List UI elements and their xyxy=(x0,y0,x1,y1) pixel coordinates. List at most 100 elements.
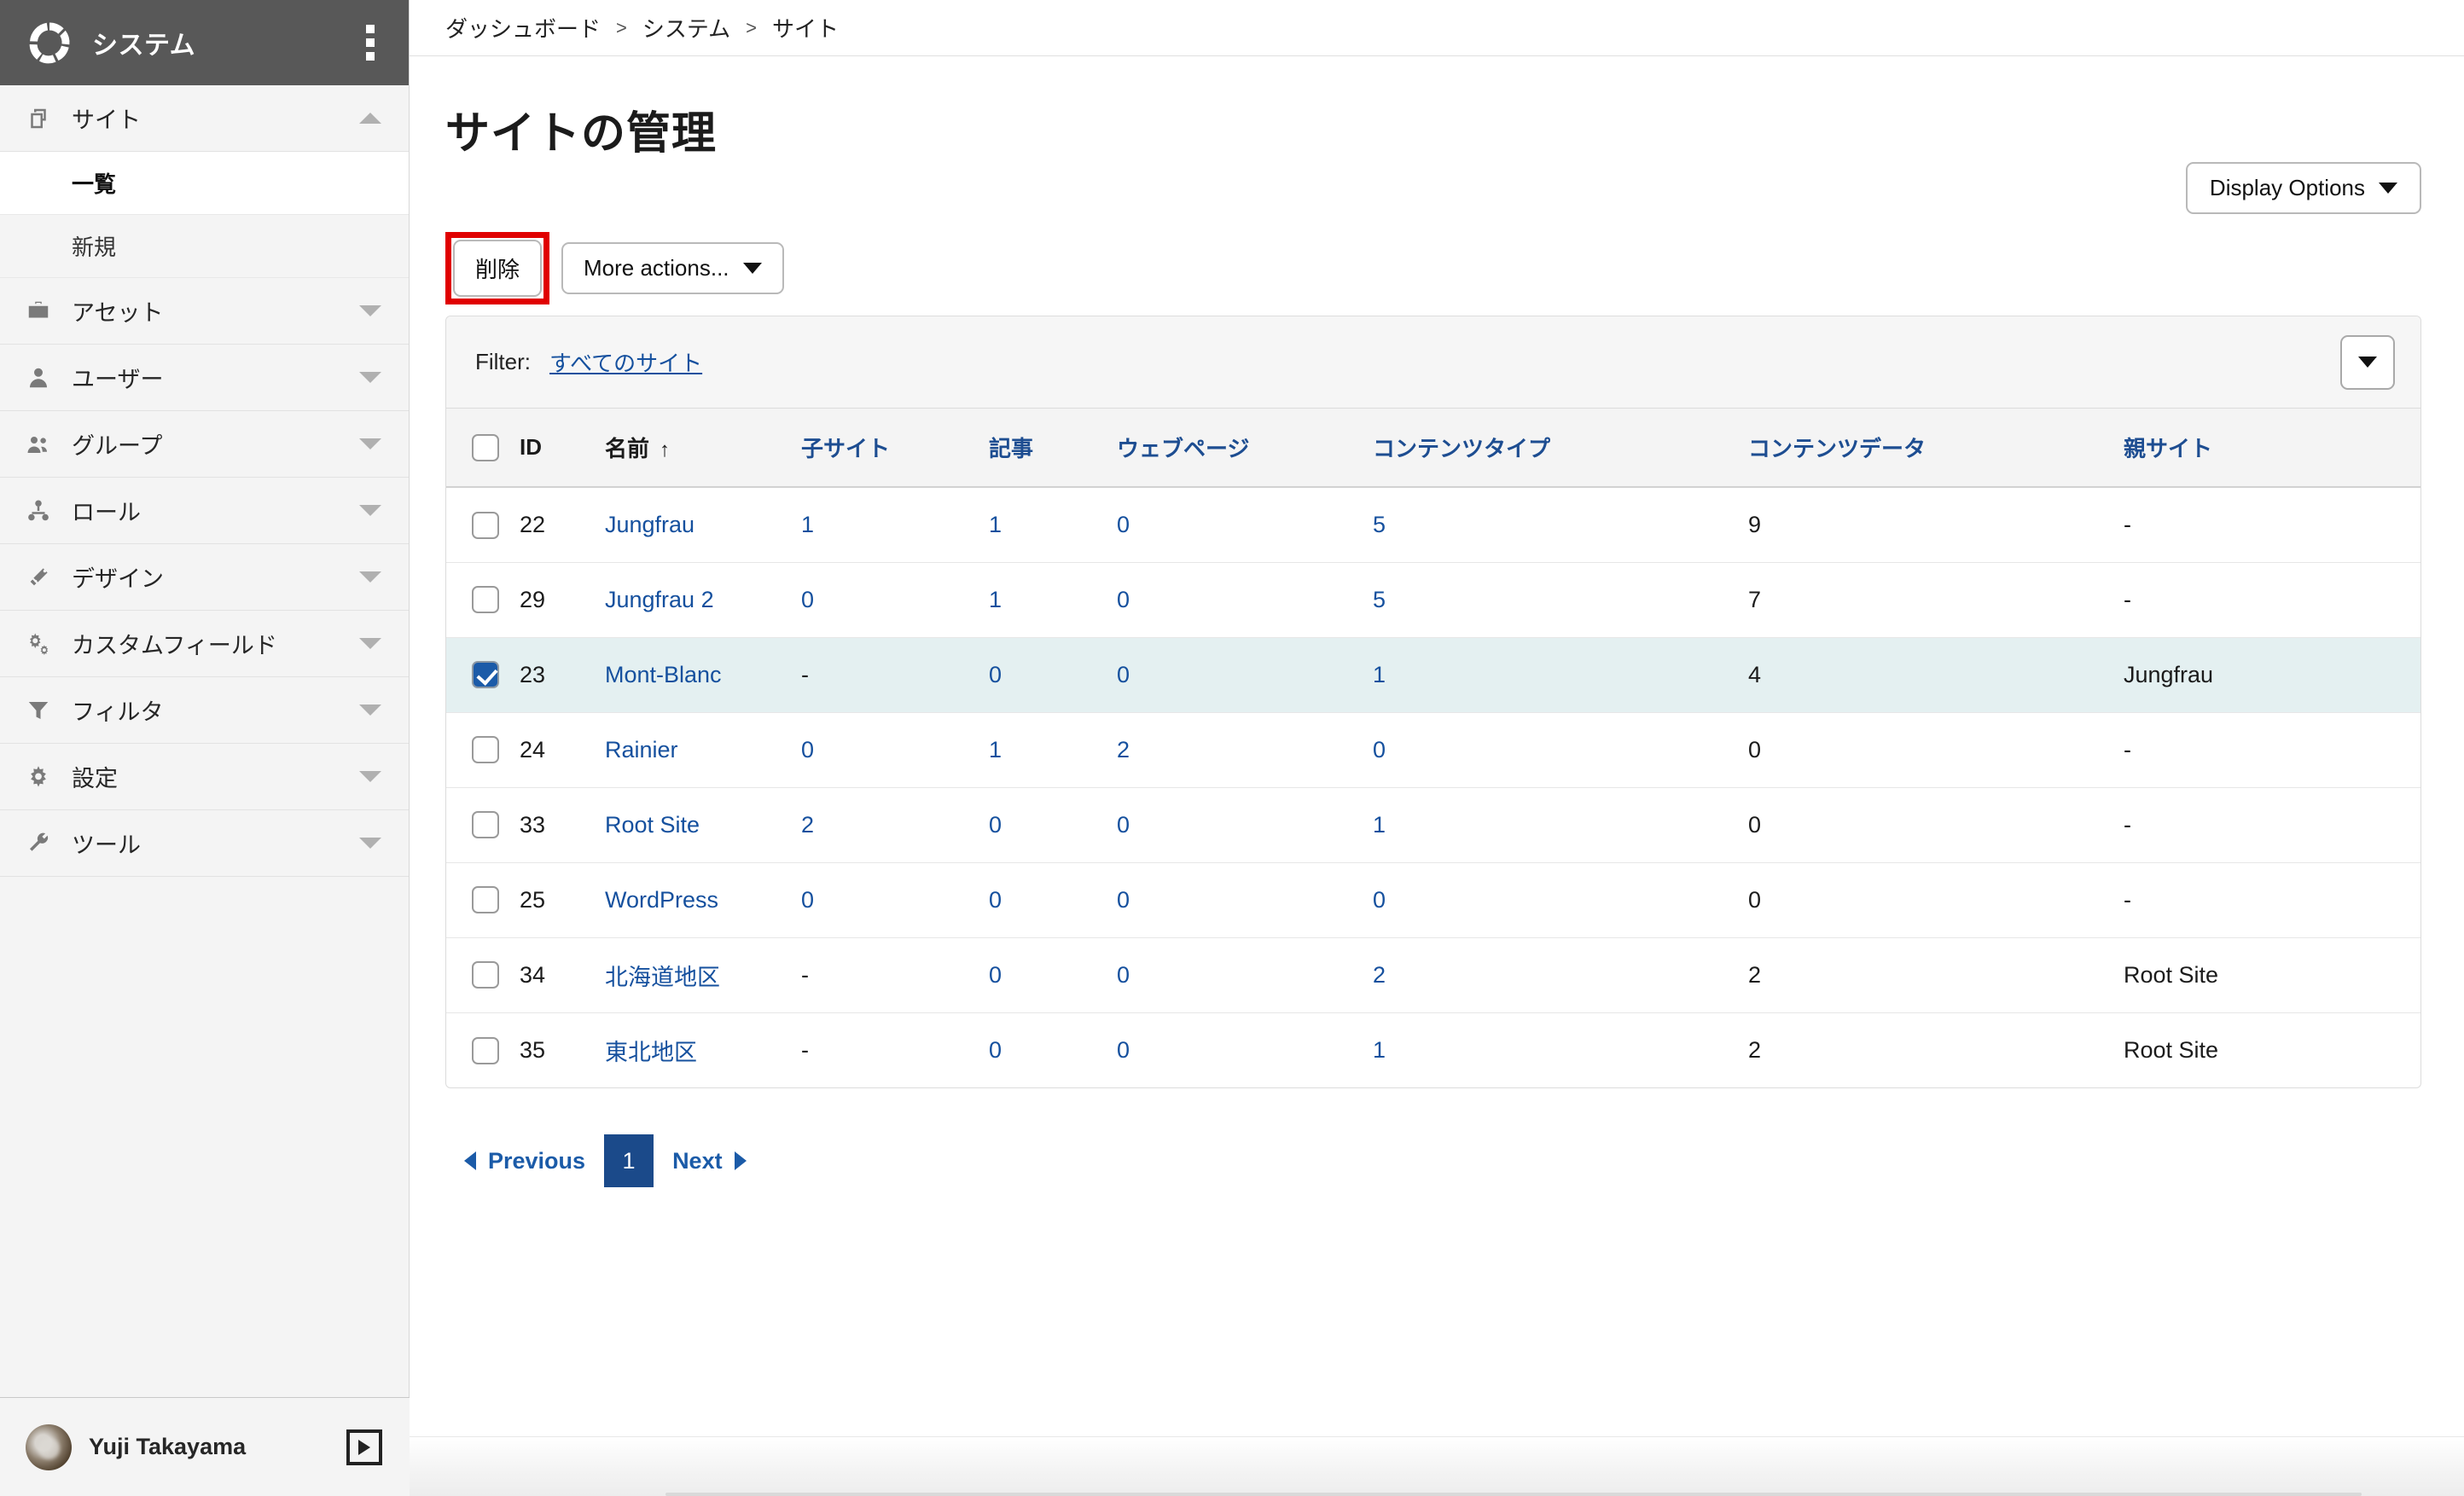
chevron-down-icon[interactable] xyxy=(359,372,381,383)
cell-articles[interactable]: 0 xyxy=(989,937,1117,1012)
cell-name[interactable]: WordPress xyxy=(605,862,801,937)
cell-name-value[interactable]: 東北地区 xyxy=(605,1040,697,1065)
cell-webpages-value[interactable]: 2 xyxy=(1117,737,1130,762)
chevron-up-icon[interactable] xyxy=(359,113,381,124)
next-page-button[interactable]: Next xyxy=(654,1136,765,1186)
cell-child-sites-value[interactable]: 0 xyxy=(801,587,814,612)
cell-child-sites-value[interactable]: 0 xyxy=(801,887,814,913)
chevron-down-icon[interactable] xyxy=(359,838,381,849)
sidebar-item-groups[interactable]: グループ xyxy=(0,411,409,478)
cell-webpages-value[interactable]: 0 xyxy=(1117,962,1130,988)
display-options-button[interactable]: Display Options xyxy=(2185,162,2421,214)
cell-webpages[interactable]: 0 xyxy=(1117,562,1373,637)
column-id[interactable]: ID xyxy=(520,409,605,487)
cell-articles-value[interactable]: 0 xyxy=(989,1037,1002,1063)
kebab-menu-icon[interactable] xyxy=(361,20,380,66)
table-row[interactable]: 29 Jungfrau 2 0 1 0 5 7 - xyxy=(446,562,2420,637)
cell-content-type[interactable]: 1 xyxy=(1373,787,1748,862)
sidebar-item-tools[interactable]: ツール xyxy=(0,810,409,877)
cell-articles[interactable]: 0 xyxy=(989,862,1117,937)
cell-name[interactable]: Root Site xyxy=(605,787,801,862)
cell-articles[interactable]: 1 xyxy=(989,712,1117,787)
chevron-down-icon[interactable] xyxy=(359,571,381,583)
cell-name-value[interactable]: Root Site xyxy=(605,812,700,838)
cell-webpages[interactable]: 0 xyxy=(1117,487,1373,562)
cell-webpages-value[interactable]: 0 xyxy=(1117,662,1130,687)
table-row[interactable]: 25 WordPress 0 0 0 0 0 - xyxy=(446,862,2420,937)
table-row[interactable]: 35 東北地区 - 0 0 1 2 Root Site xyxy=(446,1012,2420,1087)
row-checkbox[interactable] xyxy=(472,661,499,689)
page-number-1[interactable]: 1 xyxy=(604,1134,654,1187)
sidebar-item-custom-fields[interactable]: カスタムフィールド xyxy=(0,611,409,677)
cell-articles-value[interactable]: 0 xyxy=(989,812,1002,838)
cell-articles-value[interactable]: 1 xyxy=(989,587,1002,612)
column-articles[interactable]: 記事 xyxy=(989,409,1117,487)
sidebar-item-assets[interactable]: アセット xyxy=(0,278,409,345)
cell-content-type-value[interactable]: 5 xyxy=(1373,512,1386,537)
cell-articles[interactable]: 1 xyxy=(989,562,1117,637)
cell-name-value[interactable]: Rainier xyxy=(605,737,678,762)
cell-content-type[interactable]: 1 xyxy=(1373,1012,1748,1087)
chevron-down-icon[interactable] xyxy=(359,438,381,449)
sidebar-user-panel[interactable]: Yuji Takayama xyxy=(0,1397,410,1496)
cell-content-type-value[interactable]: 1 xyxy=(1373,662,1386,687)
row-checkbox[interactable] xyxy=(472,961,499,989)
cell-articles[interactable]: 0 xyxy=(989,637,1117,712)
table-row[interactable]: 24 Rainier 0 1 2 0 0 - xyxy=(446,712,2420,787)
select-all-checkbox[interactable] xyxy=(472,434,499,462)
cell-child-sites-value[interactable]: 2 xyxy=(801,812,814,838)
cell-content-type[interactable]: 0 xyxy=(1373,712,1748,787)
table-row[interactable]: 33 Root Site 2 0 0 1 0 - xyxy=(446,787,2420,862)
cell-webpages-value[interactable]: 0 xyxy=(1117,887,1130,913)
more-actions-button[interactable]: More actions... xyxy=(561,242,784,294)
sidebar-subitem-new[interactable]: 新規 xyxy=(0,215,409,278)
cell-content-type-value[interactable]: 1 xyxy=(1373,812,1386,838)
cell-content-type-value[interactable]: 0 xyxy=(1373,887,1386,913)
cell-content-type[interactable]: 2 xyxy=(1373,937,1748,1012)
row-checkbox[interactable] xyxy=(472,511,499,539)
table-row[interactable]: 22 Jungfrau 1 1 0 5 9 - xyxy=(446,487,2420,562)
chevron-down-icon[interactable] xyxy=(359,505,381,516)
sidebar-item-design[interactable]: デザイン xyxy=(0,544,409,611)
cell-articles-value[interactable]: 1 xyxy=(989,512,1002,537)
sidebar-item-users[interactable]: ユーザー xyxy=(0,345,409,411)
chevron-down-icon[interactable] xyxy=(359,771,381,782)
cell-webpages[interactable]: 0 xyxy=(1117,1012,1373,1087)
cell-child-sites-value[interactable]: 0 xyxy=(801,737,814,762)
column-parent-site[interactable]: 親サイト xyxy=(2124,409,2420,487)
cell-name-value[interactable]: Jungfrau xyxy=(605,512,694,537)
play-expand-icon[interactable] xyxy=(346,1429,382,1465)
column-child-sites[interactable]: 子サイト xyxy=(801,409,989,487)
cell-child-sites[interactable]: 0 xyxy=(801,712,989,787)
chevron-down-icon[interactable] xyxy=(359,305,381,316)
sidebar-item-roles[interactable]: ロール xyxy=(0,478,409,544)
cell-name[interactable]: 北海道地区 xyxy=(605,937,801,1012)
row-checkbox[interactable] xyxy=(472,1036,499,1064)
breadcrumb-item-sites[interactable]: サイト xyxy=(772,12,839,43)
cell-webpages[interactable]: 0 xyxy=(1117,937,1373,1012)
cell-articles[interactable]: 0 xyxy=(989,787,1117,862)
chevron-down-icon[interactable] xyxy=(359,705,381,716)
cell-content-type-value[interactable]: 0 xyxy=(1373,737,1386,762)
table-row[interactable]: 34 北海道地区 - 0 0 2 2 Root Site xyxy=(446,937,2420,1012)
chevron-down-icon[interactable] xyxy=(359,638,381,649)
cell-webpages[interactable]: 0 xyxy=(1117,637,1373,712)
cell-child-sites[interactable]: 0 xyxy=(801,562,989,637)
cell-webpages-value[interactable]: 0 xyxy=(1117,512,1130,537)
cell-webpages-value[interactable]: 0 xyxy=(1117,587,1130,612)
table-row[interactable]: 23 Mont-Blanc - 0 0 1 4 Jungfrau xyxy=(446,637,2420,712)
column-content-data[interactable]: コンテンツデータ xyxy=(1748,409,2124,487)
cell-content-type-value[interactable]: 2 xyxy=(1373,962,1386,988)
sidebar-item-settings[interactable]: 設定 xyxy=(0,744,409,810)
sidebar-item-sites[interactable]: サイト xyxy=(0,85,409,152)
cell-articles[interactable]: 1 xyxy=(989,487,1117,562)
row-checkbox[interactable] xyxy=(472,736,499,764)
sidebar-subitem-list[interactable]: 一覧 xyxy=(0,152,409,215)
cell-child-sites[interactable]: 2 xyxy=(801,787,989,862)
cell-child-sites[interactable]: 1 xyxy=(801,487,989,562)
cell-content-type-value[interactable]: 5 xyxy=(1373,587,1386,612)
column-name[interactable]: 名前 ↑ xyxy=(605,409,801,487)
filter-value-link[interactable]: すべてのサイト xyxy=(549,346,702,378)
cell-name-value[interactable]: 北海道地区 xyxy=(605,965,720,990)
cell-name[interactable]: 東北地区 xyxy=(605,1012,801,1087)
